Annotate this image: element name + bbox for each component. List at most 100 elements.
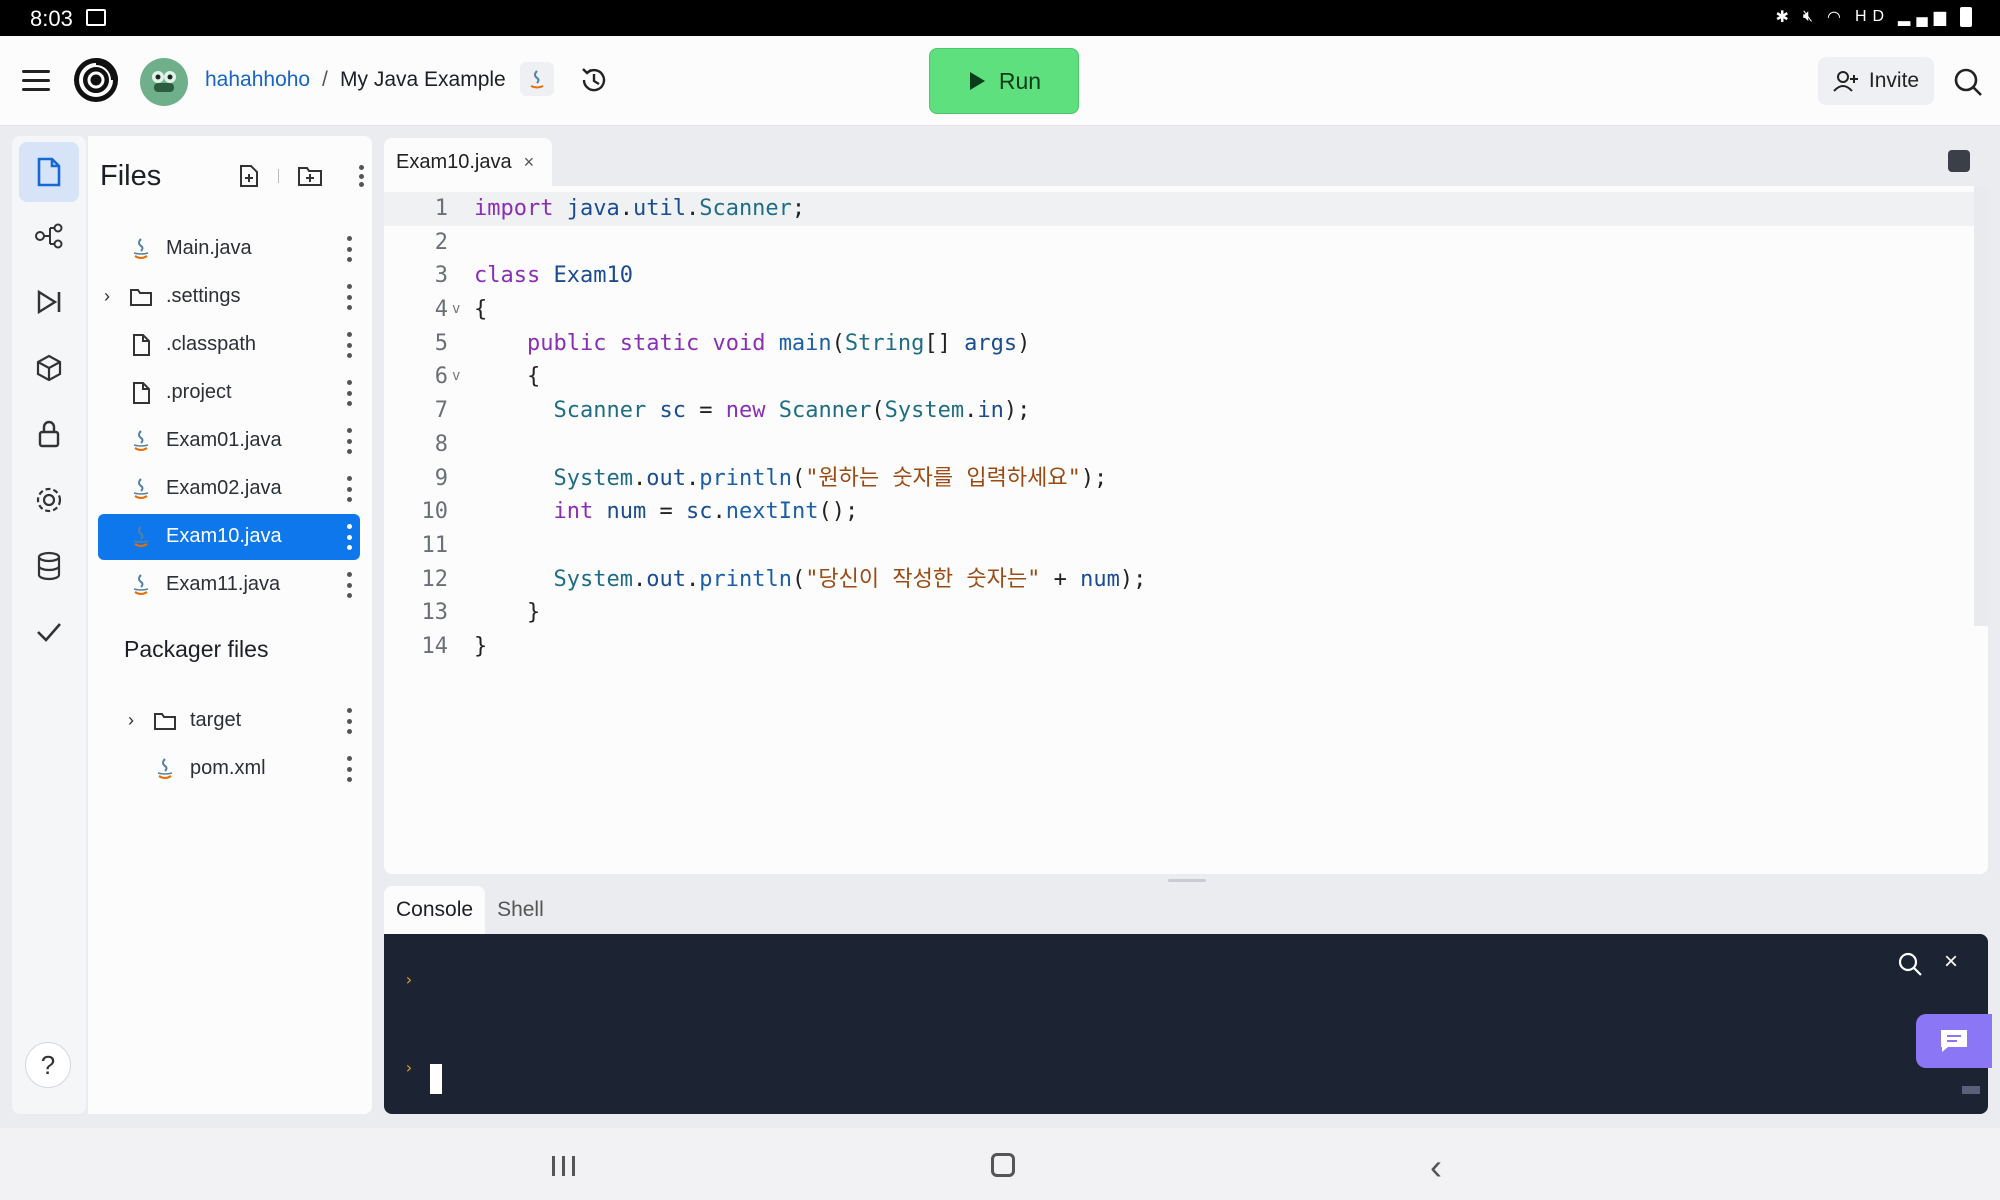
code-line[interactable]: 7 Scanner sc = new Scanner(System.in);: [384, 394, 1974, 428]
breadcrumb-project-name[interactable]: My Java Example: [340, 68, 506, 92]
file-item[interactable]: › target: [122, 698, 360, 744]
code-text: int num = sc.nextInt();: [553, 499, 859, 525]
git-tool-button[interactable]: [19, 206, 79, 266]
file-options-icon[interactable]: [346, 332, 352, 358]
file-options-icon[interactable]: [346, 284, 352, 310]
file-item[interactable]: .project: [98, 370, 360, 416]
files-menu-icon[interactable]: [359, 165, 365, 187]
wifi-icon: ◠: [1826, 9, 1847, 26]
minimap-toggle-icon[interactable]: [1948, 150, 1970, 172]
search-icon[interactable]: [1952, 66, 1984, 98]
chat-button[interactable]: [1916, 1014, 1992, 1068]
user-avatar[interactable]: [140, 58, 188, 106]
database-tool-button[interactable]: [19, 536, 79, 596]
code-area[interactable]: 1 import java.util.Scanner; 2 3 class Exam10…: [384, 192, 1974, 664]
fold-chevron-icon[interactable]: v: [452, 293, 460, 327]
file-item[interactable]: › .settings: [98, 274, 360, 320]
file-name: Exam01.java: [166, 429, 282, 451]
code-line[interactable]: 5 public static void main(String[] args): [384, 327, 1974, 361]
new-file-icon[interactable]: [238, 164, 260, 188]
hd-voice-icon: HD: [1854, 8, 1891, 25]
chevron-right-icon[interactable]: ›: [104, 286, 120, 306]
checkmark-icon: [37, 623, 61, 642]
editor-tab-label: Exam10.java: [396, 150, 512, 173]
new-folder-icon[interactable]: [297, 165, 323, 187]
file-options-icon[interactable]: [346, 476, 352, 502]
file-options-icon[interactable]: [346, 572, 352, 598]
code-line[interactable]: 9 System.out.println("원하는 숫자를 입력하세요");: [384, 462, 1974, 496]
chevron-right-icon[interactable]: ›: [128, 710, 144, 730]
code-line[interactable]: 10 int num = sc.nextInt();: [384, 495, 1974, 529]
java-language-icon[interactable]: [520, 62, 554, 96]
database-icon: [37, 551, 61, 581]
question-mark-icon: ?: [40, 1049, 56, 1080]
file-item[interactable]: pom.xml: [122, 746, 360, 792]
packager-files-title: Packager files: [124, 636, 269, 662]
help-button[interactable]: ?: [25, 1042, 71, 1088]
file-options-icon[interactable]: [346, 380, 352, 406]
gear-icon: [36, 487, 62, 513]
settings-tool-button[interactable]: [19, 470, 79, 530]
panel-resize-handle[interactable]: [1168, 879, 1206, 882]
file-item[interactable]: Exam10.java: [98, 514, 360, 560]
console-scroll-indicator: [1962, 1086, 1980, 1094]
code-line[interactable]: 6v {: [384, 360, 1974, 394]
code-line[interactable]: 1 import java.util.Scanner;: [384, 192, 1974, 226]
file-options-icon[interactable]: [346, 708, 352, 734]
secrets-tool-button[interactable]: [19, 404, 79, 464]
file-item[interactable]: .classpath: [98, 322, 360, 368]
status-bar: 8:03 ✱ 🔇︎ ◠ HD ▂▄▆: [0, 0, 2000, 36]
console-clear-icon[interactable]: ×: [1944, 948, 1958, 976]
code-line[interactable]: 3 class Exam10: [384, 259, 1974, 293]
code-line[interactable]: 13 }: [384, 596, 1974, 630]
file-item[interactable]: Main.java: [98, 226, 360, 272]
tab-console[interactable]: Console: [384, 886, 486, 934]
console-output[interactable]: × › ›: [384, 934, 1988, 1114]
code-line[interactable]: 12 System.out.println("당신이 작성한 숫자는" + nu…: [384, 563, 1974, 597]
console-search-icon[interactable]: [1896, 950, 1924, 978]
home-icon[interactable]: [991, 1153, 1015, 1177]
code-line[interactable]: 14}: [384, 630, 1974, 664]
file-options-icon[interactable]: [346, 428, 352, 454]
file-name: pom.xml: [190, 757, 266, 779]
history-icon[interactable]: [578, 64, 610, 96]
debugger-tool-button[interactable]: [19, 272, 79, 332]
back-icon[interactable]: ‹: [1430, 1146, 1442, 1188]
file-options-icon[interactable]: [346, 524, 352, 550]
files-tool-button[interactable]: [19, 142, 79, 202]
workspace-header: hahahhoho / My Java Example Run Invite: [0, 36, 2000, 126]
file-item[interactable]: Exam11.java: [98, 562, 360, 608]
files-panel-title: Files: [100, 160, 162, 192]
editor-tab-exam10[interactable]: Exam10.java ×: [384, 138, 552, 186]
folder-icon: [128, 284, 154, 310]
replit-logo-icon[interactable]: [72, 56, 120, 104]
code-line[interactable]: 4 v {: [384, 293, 1974, 327]
code-line[interactable]: 2: [384, 226, 1974, 260]
code-text: {: [474, 297, 488, 323]
file-item[interactable]: Exam01.java: [98, 418, 360, 464]
console-cursor: [430, 1064, 442, 1094]
file-item[interactable]: Exam02.java: [98, 466, 360, 512]
tab-shell[interactable]: Shell: [485, 886, 556, 934]
menu-icon[interactable]: [22, 70, 50, 97]
toolbar-divider: [278, 169, 279, 183]
play-icon: [969, 72, 985, 90]
git-branch-icon: [35, 223, 63, 249]
tests-tool-button[interactable]: [19, 602, 79, 662]
packages-tool-button[interactable]: [19, 338, 79, 398]
lock-icon: [38, 420, 60, 448]
chat-bubble-icon: [1941, 1030, 1967, 1052]
editor-scrollbar[interactable]: [1974, 186, 1988, 626]
run-button[interactable]: Run: [929, 48, 1079, 114]
invite-button[interactable]: Invite: [1818, 57, 1934, 105]
code-line[interactable]: 11: [384, 529, 1974, 563]
breadcrumb-user-link[interactable]: hahahhoho: [205, 68, 310, 92]
code-line[interactable]: 8: [384, 428, 1974, 462]
console-prompt-icon: ›: [404, 1058, 414, 1077]
fold-chevron-icon[interactable]: v: [452, 360, 460, 394]
signal-icon: ▂▄▆: [1898, 9, 1952, 26]
recent-apps-icon[interactable]: [552, 1156, 575, 1176]
close-tab-icon[interactable]: ×: [524, 152, 535, 173]
file-options-icon[interactable]: [346, 236, 352, 262]
file-options-icon[interactable]: [346, 756, 352, 782]
